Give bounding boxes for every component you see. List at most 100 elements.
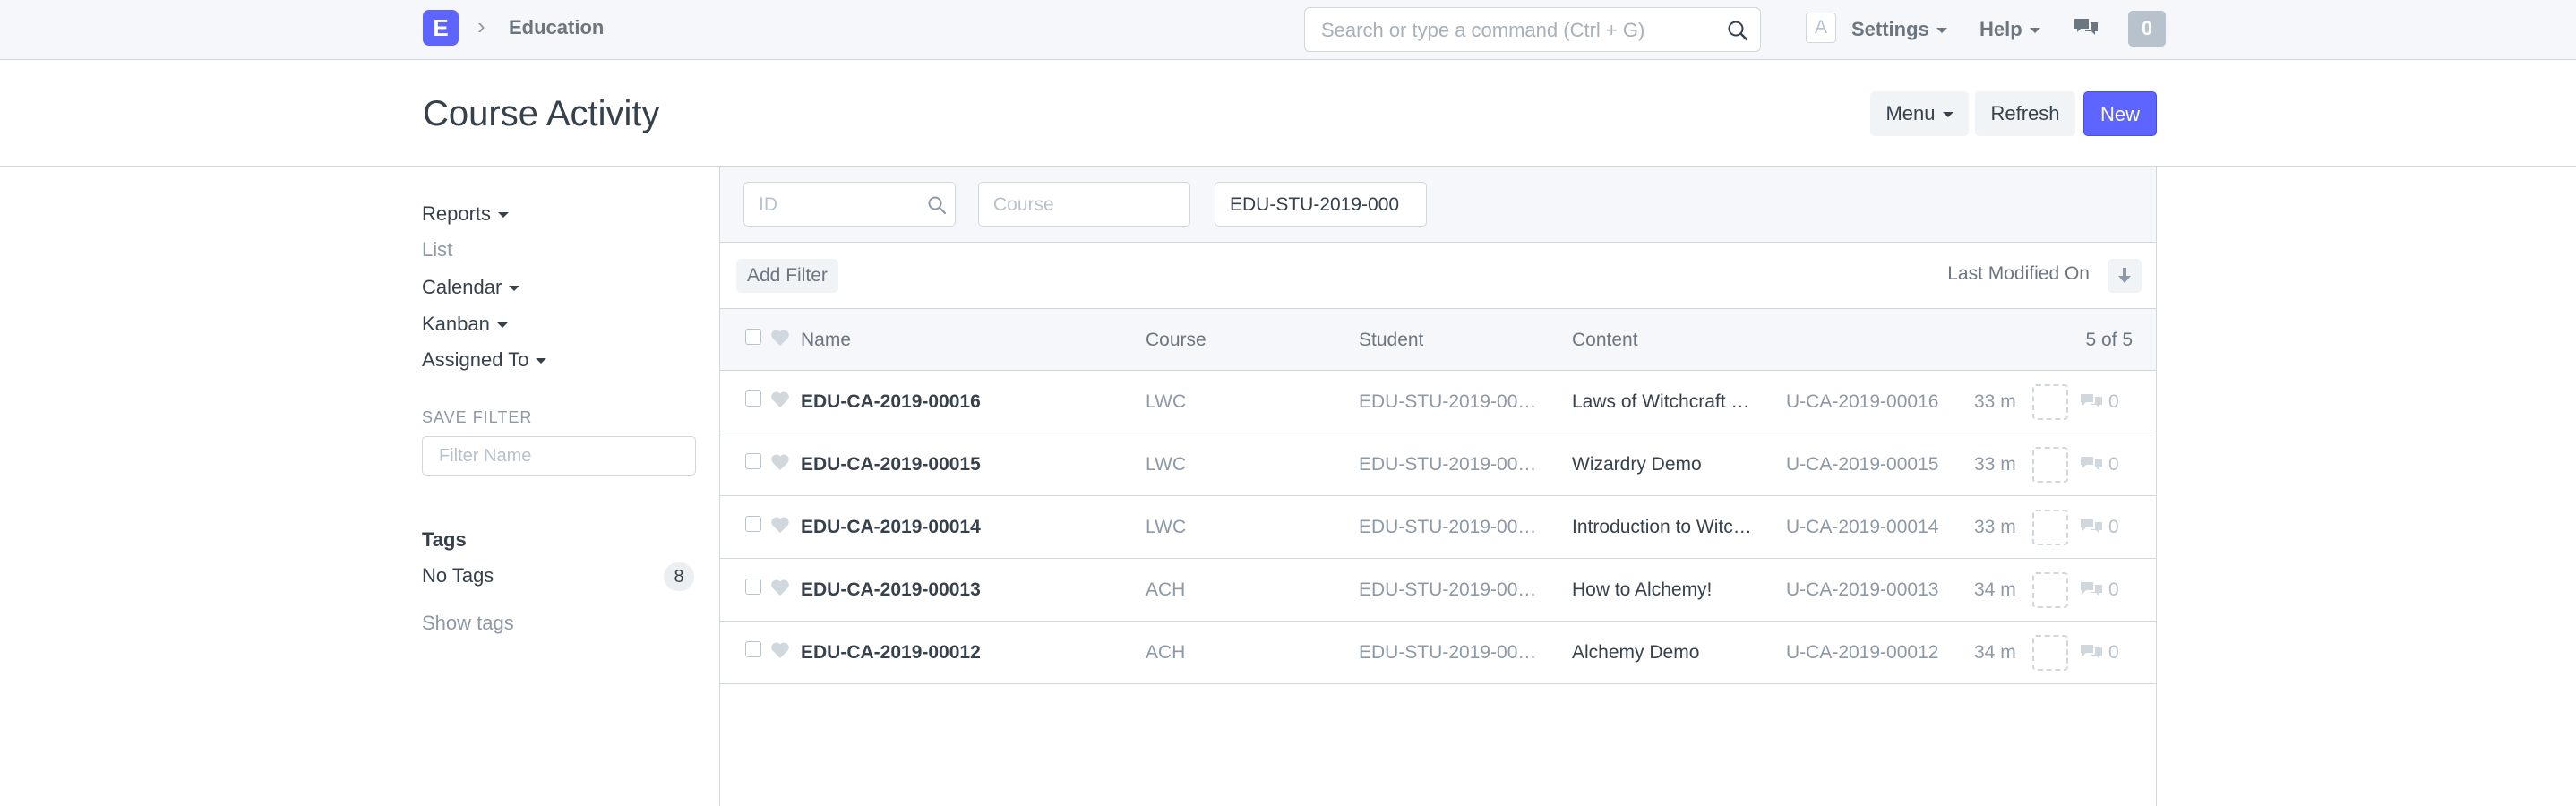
row-name[interactable]: EDU-CA-2019-00014 <box>801 496 981 558</box>
list-row[interactable]: EDU-CA-2019-00014 LWC EDU-STU-2019-00… I… <box>720 496 2156 559</box>
row-course[interactable]: LWC <box>1146 496 1186 558</box>
row-checkbox[interactable] <box>745 390 761 407</box>
row-comment-count: 0 <box>2108 391 2119 412</box>
sidebar-item-reports[interactable]: Reports <box>422 202 510 226</box>
row-checkbox[interactable] <box>745 579 761 595</box>
row-student[interactable]: EDU-STU-2019-00… <box>1359 622 1542 683</box>
no-tags-count-badge: 8 <box>664 562 694 591</box>
comment-icon <box>2079 392 2104 416</box>
assigned-avatar-placeholder <box>2032 384 2068 420</box>
row-modified: 33 m <box>1974 454 2016 475</box>
row-checkbox[interactable] <box>745 641 761 657</box>
breadcrumb-education[interactable]: Education <box>509 16 604 39</box>
caret-down-icon <box>496 322 508 329</box>
heart-icon[interactable] <box>770 329 790 351</box>
row-student[interactable]: EDU-STU-2019-00… <box>1359 433 1542 495</box>
notification-count-badge[interactable]: 0 <box>2128 11 2166 47</box>
heart-icon[interactable] <box>770 453 790 476</box>
heart-icon[interactable] <box>770 641 790 664</box>
caret-down-icon <box>2029 28 2040 34</box>
sidebar-item-label: Kanban <box>422 313 490 335</box>
heart-icon[interactable] <box>770 579 790 601</box>
row-comment-count: 0 <box>2108 454 2119 475</box>
row-name[interactable]: EDU-CA-2019-00015 <box>801 433 981 495</box>
list-row[interactable]: EDU-CA-2019-00016 LWC EDU-STU-2019-00… L… <box>720 371 2156 433</box>
search-input[interactable] <box>1321 19 1697 42</box>
row-checkbox[interactable] <box>745 516 761 532</box>
row-modified: 33 m <box>1974 391 2016 412</box>
row-id-code: U-CA-2019-00012 <box>1786 642 1939 663</box>
list-panel: Add Filter Last Modified On Name Course … <box>719 167 2157 806</box>
refresh-button[interactable]: Refresh <box>1975 91 2075 136</box>
row-checkbox[interactable] <box>745 453 761 469</box>
sidebar-item-assigned-to[interactable]: Assigned To <box>422 348 547 372</box>
row-content[interactable]: Laws of Witchcraft … <box>1572 371 1762 433</box>
sidebar-item-list[interactable]: List <box>422 238 452 262</box>
row-content[interactable]: Introduction to Witc… <box>1572 496 1762 558</box>
row-student[interactable]: EDU-STU-2019-00… <box>1359 496 1542 558</box>
list-row[interactable]: EDU-CA-2019-00015 LWC EDU-STU-2019-00… W… <box>720 433 2156 496</box>
help-dropdown[interactable]: Help <box>1979 18 2040 41</box>
row-content[interactable]: Wizardry Demo <box>1572 433 1762 495</box>
list-row[interactable]: EDU-CA-2019-00012 ACH EDU-STU-2019-00… A… <box>720 622 2156 684</box>
caret-down-icon <box>498 212 510 219</box>
sort-order-button[interactable] <box>2108 259 2142 293</box>
filter-sort-bar: Add Filter Last Modified On <box>720 243 2156 309</box>
app-logo[interactable]: E <box>423 10 459 46</box>
column-header-content: Content <box>1572 330 1638 350</box>
menu-label: Menu <box>1885 102 1936 124</box>
row-modified: 34 m <box>1974 642 2016 663</box>
row-student[interactable]: EDU-STU-2019-00… <box>1359 371 1542 433</box>
sidebar-item-kanban[interactable]: Kanban <box>422 313 508 336</box>
search-icon[interactable] <box>1726 19 1749 47</box>
navbar: E › Education A Settings Help 0 <box>0 0 2576 60</box>
select-all-checkbox[interactable] <box>745 329 761 345</box>
course-filter[interactable] <box>978 182 1190 227</box>
id-filter[interactable] <box>743 182 956 227</box>
tags-heading: Tags <box>422 528 467 551</box>
heart-icon[interactable] <box>770 390 790 413</box>
no-tags-item[interactable]: No Tags <box>422 564 494 587</box>
row-course[interactable]: LWC <box>1146 433 1186 495</box>
row-course[interactable]: ACH <box>1146 622 1185 683</box>
caret-down-icon <box>1942 112 1953 118</box>
comment-icon <box>2079 643 2104 667</box>
student-filter-input[interactable] <box>1230 194 1400 216</box>
settings-label: Settings <box>1851 18 1929 40</box>
row-name[interactable]: EDU-CA-2019-00013 <box>801 559 981 621</box>
arrow-down-icon <box>2118 268 2131 283</box>
filter-name-input[interactable] <box>439 446 681 467</box>
row-id-code: U-CA-2019-00013 <box>1786 579 1939 600</box>
menu-button[interactable]: Menu <box>1870 91 1969 136</box>
row-comment-count: 0 <box>2108 642 2119 663</box>
course-filter-input[interactable] <box>993 194 1163 216</box>
id-filter-input[interactable] <box>759 194 929 216</box>
heart-icon[interactable] <box>770 516 790 538</box>
row-content[interactable]: Alchemy Demo <box>1572 622 1762 683</box>
student-filter[interactable] <box>1215 182 1427 227</box>
row-course[interactable]: LWC <box>1146 371 1186 433</box>
show-tags-link[interactable]: Show tags <box>422 612 514 635</box>
new-button[interactable]: New <box>2083 91 2157 136</box>
list-row[interactable]: EDU-CA-2019-00013 ACH EDU-STU-2019-00… H… <box>720 559 2156 622</box>
chevron-right-icon: › <box>477 13 485 39</box>
search-bar[interactable] <box>1304 7 1761 52</box>
row-content[interactable]: How to Alchemy! <box>1572 559 1762 621</box>
row-name[interactable]: EDU-CA-2019-00016 <box>801 371 981 433</box>
column-header-course: Course <box>1146 330 1206 350</box>
settings-dropdown[interactable]: Settings <box>1851 18 1947 41</box>
assigned-avatar-placeholder <box>2032 447 2068 483</box>
sort-by-selector[interactable]: Last Modified On <box>1947 262 2090 286</box>
caret-down-icon <box>509 286 520 292</box>
row-student[interactable]: EDU-STU-2019-00… <box>1359 559 1542 621</box>
sidebar-item-label: Reports <box>422 202 492 225</box>
filter-name-field[interactable] <box>422 436 696 476</box>
row-course[interactable]: ACH <box>1146 559 1185 621</box>
comments-icon[interactable] <box>2073 17 2099 45</box>
user-avatar[interactable]: A <box>1806 13 1836 43</box>
assigned-avatar-placeholder <box>2032 635 2068 671</box>
add-filter-button[interactable]: Add Filter <box>736 259 838 293</box>
sidebar-item-calendar[interactable]: Calendar <box>422 276 520 299</box>
row-name[interactable]: EDU-CA-2019-00012 <box>801 622 981 683</box>
column-header-name: Name <box>801 330 852 350</box>
